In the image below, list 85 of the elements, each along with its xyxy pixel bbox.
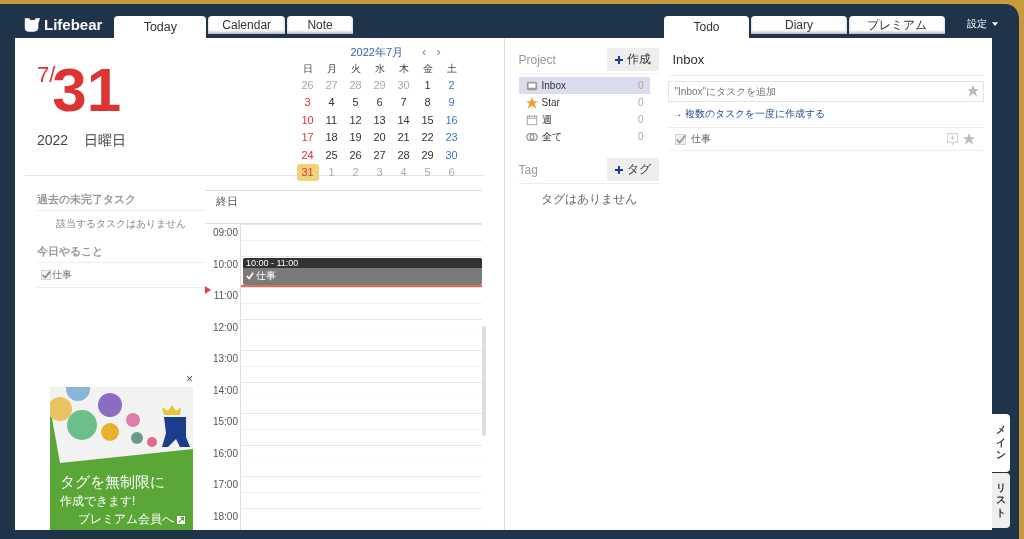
calendar-day[interactable]: 25	[320, 146, 343, 164]
next-month-button[interactable]: ›	[433, 46, 444, 58]
project-item[interactable]: 全て 0	[518, 128, 650, 145]
add-tag-button[interactable]: タグ	[606, 158, 659, 181]
project-item[interactable]: Inbox 0	[518, 77, 650, 94]
calendar-day[interactable]: 4	[320, 93, 343, 111]
close-button[interactable]: ×	[186, 373, 193, 385]
calendar-day[interactable]: 17	[296, 128, 319, 146]
project-item[interactable]: Star 0	[518, 94, 650, 111]
calendar-day[interactable]: 1	[416, 76, 439, 94]
side-tab[interactable]: メイン	[992, 414, 1010, 472]
tab[interactable]: Today	[114, 16, 207, 38]
calendar-day[interactable]: 14	[392, 111, 415, 129]
hour-label: 13:00	[212, 352, 239, 364]
all-day-label: 終日	[215, 194, 239, 209]
tab[interactable]: Note	[287, 16, 354, 34]
task-label: 仕事	[690, 132, 712, 146]
hour-label: 15:00	[212, 415, 239, 427]
calendar-day[interactable]: 8	[416, 93, 439, 111]
section-title: Project	[518, 52, 556, 67]
calendar-day[interactable]: 18	[320, 128, 343, 146]
tab[interactable]: Todo	[664, 16, 749, 38]
date-year: 2022	[37, 132, 69, 150]
event-time: 10:00 - 11:00	[243, 257, 482, 268]
tab[interactable]: プレミアム	[849, 16, 945, 34]
create-project-button[interactable]: 作成	[606, 48, 659, 71]
hour-label: 11:00	[212, 289, 239, 301]
calendar-day[interactable]: 24	[296, 146, 319, 164]
section-title: Tag	[518, 162, 538, 177]
calendar-day[interactable]: 26	[344, 146, 367, 164]
ad-headline: タグを無制限に	[60, 473, 166, 492]
calendar-day[interactable]: 7	[392, 93, 415, 111]
weekday-label: 日	[301, 62, 314, 76]
empty-message: タグはありません	[539, 191, 638, 208]
side-tab[interactable]: リスト	[992, 473, 1010, 528]
calendar-day[interactable]: 10	[296, 111, 319, 129]
add-task-field[interactable]: "Inbox"にタスクを追加	[667, 81, 984, 102]
section-title: 今日やること	[37, 240, 205, 263]
date-weekday: 日曜日	[84, 132, 127, 150]
tab[interactable]: Calendar	[208, 16, 286, 34]
hour-label: 12:00	[212, 320, 239, 333]
hour-label: 14:00	[212, 383, 239, 396]
calendar-day[interactable]: 13	[368, 111, 391, 129]
event-title: 仕事	[256, 268, 276, 283]
logo-text: Lifebear	[44, 16, 103, 33]
calendar-month-title: 2022年7月	[350, 44, 404, 60]
calendar-day[interactable]: 23	[440, 128, 463, 146]
hour-label: 09:00	[212, 226, 239, 238]
calendar-day[interactable]: 20	[368, 128, 391, 146]
hour-label: 16:00	[212, 446, 239, 459]
weekday-label: 木	[397, 62, 410, 76]
hour-label: 18:00	[212, 509, 239, 522]
calendar-day[interactable]: 21	[392, 128, 415, 146]
calendar-day[interactable]: 19	[344, 128, 367, 146]
calendar-day[interactable]: 12	[344, 111, 367, 129]
calendar-day[interactable]: 3	[296, 93, 319, 111]
calendar-day[interactable]: 6	[368, 93, 391, 111]
ad-subline: 作成できます!	[60, 493, 137, 510]
weekday-label: 水	[373, 62, 386, 76]
tab[interactable]: Diary	[751, 16, 847, 34]
section-title: 過去の未完了タスク	[37, 188, 205, 211]
calendar-day[interactable]: 16	[440, 111, 463, 129]
hour-label: 17:00	[212, 478, 239, 490]
calendar-day[interactable]: 11	[320, 111, 343, 129]
weekday-label: 火	[349, 62, 362, 76]
weekday-label: 土	[445, 62, 458, 76]
calendar-day[interactable]: 2	[440, 76, 463, 94]
calendar-day[interactable]: 22	[416, 128, 439, 146]
settings-menu[interactable]: 設定	[967, 17, 998, 31]
task-label: 仕事	[52, 268, 72, 282]
weekday-label: 金	[421, 62, 434, 76]
list-title: Inbox	[667, 48, 984, 76]
weekday-label: 月	[325, 62, 338, 76]
hour-label: 10:00	[212, 257, 239, 270]
calendar-day[interactable]: 28	[392, 146, 415, 164]
bulk-create-link[interactable]: → 複数のタスクを一度に作成する	[667, 102, 984, 128]
calendar-day[interactable]: 9	[440, 93, 463, 111]
calendar-day[interactable]: 27	[368, 146, 391, 164]
calendar-day[interactable]: 15	[416, 111, 439, 129]
empty-message: 該当するタスクはありません	[55, 217, 187, 231]
previous-month-button[interactable]: ‹	[419, 46, 430, 58]
project-item[interactable]: 週 0	[518, 111, 650, 128]
calendar-day[interactable]: 30	[440, 146, 463, 164]
calendar-day[interactable]: 29	[416, 146, 439, 164]
calendar-day[interactable]: 5	[344, 93, 367, 111]
